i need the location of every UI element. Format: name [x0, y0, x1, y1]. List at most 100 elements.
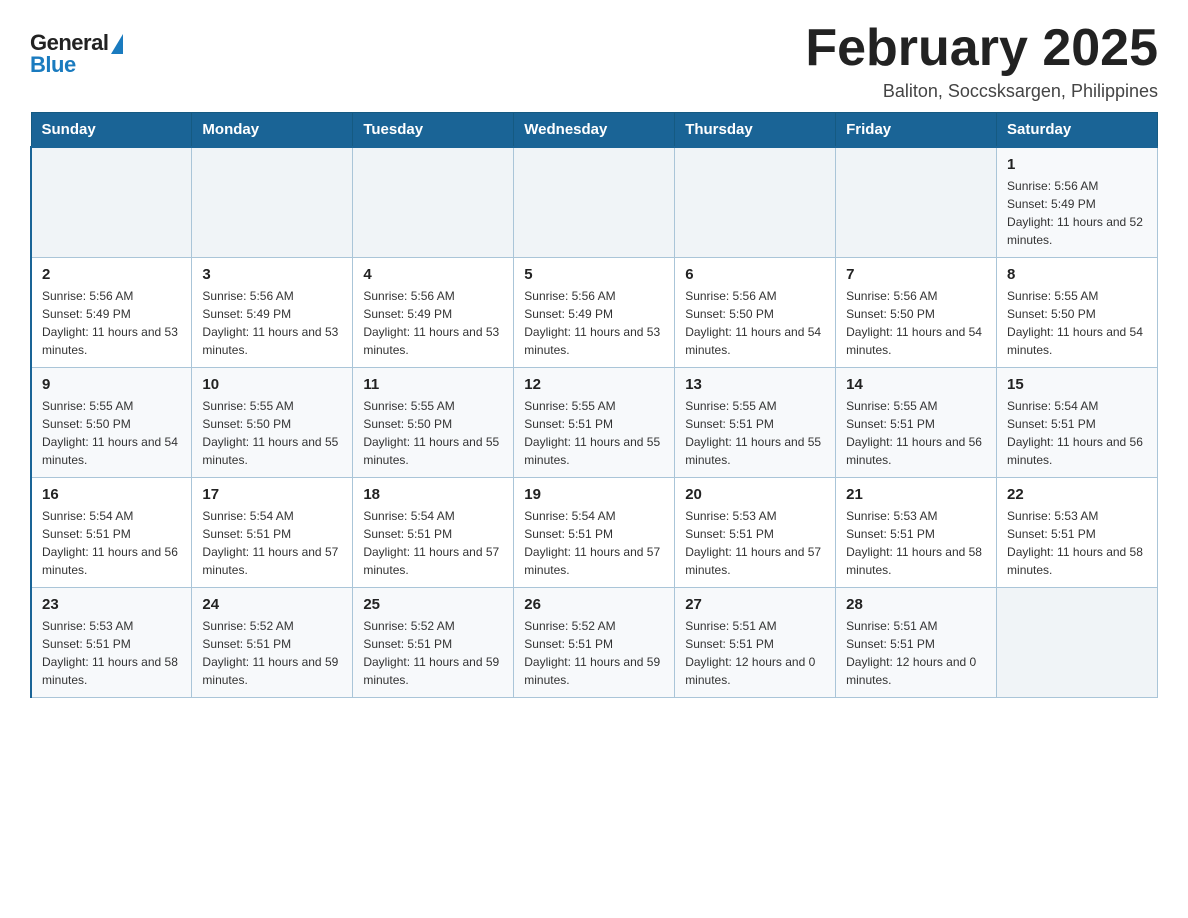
- calendar-cell: 27Sunrise: 5:51 AMSunset: 5:51 PMDayligh…: [675, 588, 836, 698]
- calendar-week-row: 16 Sunrise: 5:54 AMSunset: 5:51 PMDayligh…: [31, 478, 1158, 588]
- calendar-cell: 18 Sunrise: 5:54 AMSunset: 5:51 PMDayligh…: [353, 478, 514, 588]
- calendar-cell: [514, 147, 675, 258]
- day-number: 1: [1007, 156, 1147, 173]
- weekday-header-thursday: Thursday: [675, 113, 836, 148]
- calendar-week-row: 2 Sunrise: 5:56 AMSunset: 5:49 PMDaylight…: [31, 258, 1158, 368]
- day-info: Sunrise: 5:56 AMSunset: 5:49 PMDaylight:…: [524, 287, 664, 359]
- calendar-cell: 3 Sunrise: 5:56 AMSunset: 5:49 PMDaylight…: [192, 258, 353, 368]
- calendar-week-row: 9 Sunrise: 5:55 AMSunset: 5:50 PMDaylight…: [31, 368, 1158, 478]
- day-info: Sunrise: 5:55 AMSunset: 5:51 PMDaylight:…: [685, 397, 825, 469]
- calendar-cell: 15 Sunrise: 5:54 AMSunset: 5:51 PMDayligh…: [997, 368, 1158, 478]
- day-number: 11: [363, 376, 503, 393]
- day-number: 27: [685, 596, 825, 613]
- day-number: 12: [524, 376, 664, 393]
- day-info: Sunrise: 5:56 AMSunset: 5:49 PMDaylight:…: [42, 287, 181, 359]
- calendar-cell: 10 Sunrise: 5:55 AMSunset: 5:50 PMDayligh…: [192, 368, 353, 478]
- day-number: 24: [202, 596, 342, 613]
- calendar-cell: 5 Sunrise: 5:56 AMSunset: 5:49 PMDaylight…: [514, 258, 675, 368]
- calendar-cell: 16 Sunrise: 5:54 AMSunset: 5:51 PMDayligh…: [31, 478, 192, 588]
- day-number: 15: [1007, 376, 1147, 393]
- day-number: 16: [42, 486, 181, 503]
- calendar-cell: 26 Sunrise: 5:52 AMSunset: 5:51 PMDayligh…: [514, 588, 675, 698]
- logo-blue-text: Blue: [30, 52, 76, 78]
- page-header: General Blue February 2025 Baliton, Socc…: [30, 20, 1158, 102]
- day-number: 5: [524, 266, 664, 283]
- calendar-week-row: 1 Sunrise: 5:56 AMSunset: 5:49 PMDaylight…: [31, 147, 1158, 258]
- day-info: Sunrise: 5:52 AMSunset: 5:51 PMDaylight:…: [524, 617, 664, 689]
- title-block: February 2025 Baliton, Soccsksargen, Phi…: [805, 20, 1158, 102]
- weekday-header-row: SundayMondayTuesdayWednesdayThursdayFrid…: [31, 113, 1158, 148]
- weekday-header-sunday: Sunday: [31, 113, 192, 148]
- day-number: 20: [685, 486, 825, 503]
- calendar-cell: 6 Sunrise: 5:56 AMSunset: 5:50 PMDaylight…: [675, 258, 836, 368]
- calendar-cell: [997, 588, 1158, 698]
- day-number: 8: [1007, 266, 1147, 283]
- calendar-cell: 24 Sunrise: 5:52 AMSunset: 5:51 PMDayligh…: [192, 588, 353, 698]
- calendar-cell: 28 Sunrise: 5:51 AMSunset: 5:51 PMDayligh…: [836, 588, 997, 698]
- calendar-cell: 11Sunrise: 5:55 AMSunset: 5:50 PMDayligh…: [353, 368, 514, 478]
- calendar-cell: 19 Sunrise: 5:54 AMSunset: 5:51 PMDayligh…: [514, 478, 675, 588]
- calendar-cell: 22 Sunrise: 5:53 AMSunset: 5:51 PMDayligh…: [997, 478, 1158, 588]
- calendar-cell: 14Sunrise: 5:55 AMSunset: 5:51 PMDayligh…: [836, 368, 997, 478]
- day-info: Sunrise: 5:55 AMSunset: 5:50 PMDaylight:…: [42, 397, 181, 469]
- calendar-cell: 8 Sunrise: 5:55 AMSunset: 5:50 PMDaylight…: [997, 258, 1158, 368]
- day-number: 19: [524, 486, 664, 503]
- day-number: 23: [42, 596, 181, 613]
- day-info: Sunrise: 5:54 AMSunset: 5:51 PMDaylight:…: [42, 507, 181, 579]
- weekday-header-saturday: Saturday: [997, 113, 1158, 148]
- weekday-header-monday: Monday: [192, 113, 353, 148]
- day-info: Sunrise: 5:56 AMSunset: 5:50 PMDaylight:…: [685, 287, 825, 359]
- day-info: Sunrise: 5:52 AMSunset: 5:51 PMDaylight:…: [202, 617, 342, 689]
- calendar-cell: 20 Sunrise: 5:53 AMSunset: 5:51 PMDayligh…: [675, 478, 836, 588]
- weekday-header-wednesday: Wednesday: [514, 113, 675, 148]
- calendar-cell: 12 Sunrise: 5:55 AMSunset: 5:51 PMDayligh…: [514, 368, 675, 478]
- day-info: Sunrise: 5:53 AMSunset: 5:51 PMDaylight:…: [42, 617, 181, 689]
- day-number: 18: [363, 486, 503, 503]
- day-info: Sunrise: 5:51 AMSunset: 5:51 PMDaylight:…: [846, 617, 986, 689]
- calendar-cell: 4 Sunrise: 5:56 AMSunset: 5:49 PMDaylight…: [353, 258, 514, 368]
- day-number: 21: [846, 486, 986, 503]
- day-info: Sunrise: 5:53 AMSunset: 5:51 PMDaylight:…: [685, 507, 825, 579]
- calendar-cell: 25Sunrise: 5:52 AMSunset: 5:51 PMDayligh…: [353, 588, 514, 698]
- day-number: 28: [846, 596, 986, 613]
- day-info: Sunrise: 5:56 AMSunset: 5:49 PMDaylight:…: [202, 287, 342, 359]
- day-info: Sunrise: 5:54 AMSunset: 5:51 PMDaylight:…: [524, 507, 664, 579]
- day-info: Sunrise: 5:53 AMSunset: 5:51 PMDaylight:…: [1007, 507, 1147, 579]
- day-number: 10: [202, 376, 342, 393]
- logo-triangle-icon: [111, 34, 123, 54]
- calendar-header: SundayMondayTuesdayWednesdayThursdayFrid…: [31, 113, 1158, 148]
- calendar-cell: [192, 147, 353, 258]
- day-number: 4: [363, 266, 503, 283]
- day-info: Sunrise: 5:55 AMSunset: 5:50 PMDaylight:…: [1007, 287, 1147, 359]
- calendar-table: SundayMondayTuesdayWednesdayThursdayFrid…: [30, 112, 1158, 698]
- calendar-week-row: 23 Sunrise: 5:53 AMSunset: 5:51 PMDayligh…: [31, 588, 1158, 698]
- calendar-cell: 13Sunrise: 5:55 AMSunset: 5:51 PMDayligh…: [675, 368, 836, 478]
- calendar-cell: 17 Sunrise: 5:54 AMSunset: 5:51 PMDayligh…: [192, 478, 353, 588]
- calendar-cell: [353, 147, 514, 258]
- weekday-header-tuesday: Tuesday: [353, 113, 514, 148]
- calendar-cell: 1 Sunrise: 5:56 AMSunset: 5:49 PMDaylight…: [997, 147, 1158, 258]
- day-number: 3: [202, 266, 342, 283]
- day-info: Sunrise: 5:55 AMSunset: 5:51 PMDaylight:…: [524, 397, 664, 469]
- day-info: Sunrise: 5:54 AMSunset: 5:51 PMDaylight:…: [363, 507, 503, 579]
- calendar-body: 1 Sunrise: 5:56 AMSunset: 5:49 PMDaylight…: [31, 147, 1158, 698]
- logo: General Blue: [30, 30, 123, 78]
- location-subtitle: Baliton, Soccsksargen, Philippines: [805, 81, 1158, 102]
- day-info: Sunrise: 5:55 AMSunset: 5:51 PMDaylight:…: [846, 397, 986, 469]
- weekday-header-friday: Friday: [836, 113, 997, 148]
- day-number: 9: [42, 376, 181, 393]
- day-number: 6: [685, 266, 825, 283]
- day-number: 17: [202, 486, 342, 503]
- day-info: Sunrise: 5:56 AMSunset: 5:49 PMDaylight:…: [1007, 177, 1147, 249]
- day-info: Sunrise: 5:55 AMSunset: 5:50 PMDaylight:…: [202, 397, 342, 469]
- calendar-cell: 7Sunrise: 5:56 AMSunset: 5:50 PMDaylight…: [836, 258, 997, 368]
- day-number: 22: [1007, 486, 1147, 503]
- calendar-cell: [675, 147, 836, 258]
- calendar-cell: 9 Sunrise: 5:55 AMSunset: 5:50 PMDaylight…: [31, 368, 192, 478]
- day-info: Sunrise: 5:56 AMSunset: 5:49 PMDaylight:…: [363, 287, 503, 359]
- calendar-cell: [836, 147, 997, 258]
- day-number: 2: [42, 266, 181, 283]
- day-info: Sunrise: 5:54 AMSunset: 5:51 PMDaylight:…: [1007, 397, 1147, 469]
- day-number: 26: [524, 596, 664, 613]
- day-info: Sunrise: 5:54 AMSunset: 5:51 PMDaylight:…: [202, 507, 342, 579]
